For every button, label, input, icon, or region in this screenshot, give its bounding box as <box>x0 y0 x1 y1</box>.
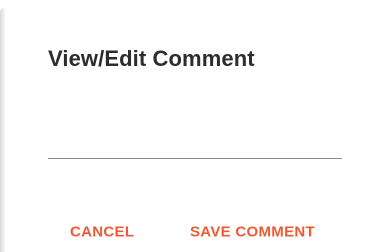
dialog-title: View/Edit Comment <box>48 46 255 71</box>
comment-input[interactable] <box>48 100 342 159</box>
dialog-shadow-edge <box>0 8 6 252</box>
save-comment-button[interactable]: SAVE COMMENT <box>190 224 315 241</box>
cancel-button[interactable]: CANCEL <box>70 224 134 241</box>
comment-dialog: View/Edit Comment CANCEL SAVE COMMENT <box>0 0 372 252</box>
